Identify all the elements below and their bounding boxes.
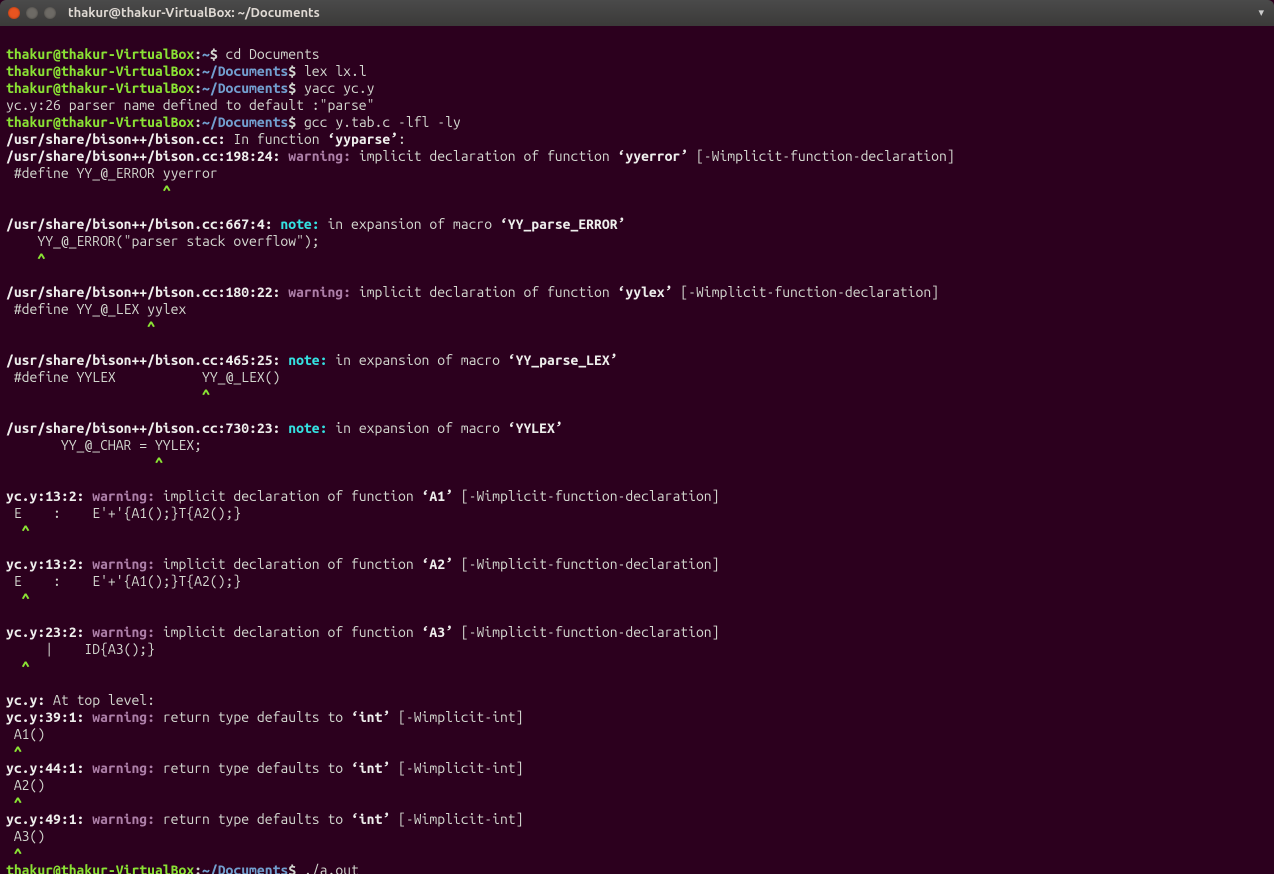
yacc-output: yc.y:26 parser name defined to default :… (6, 97, 374, 113)
prompt-user: thakur@thakur-VirtualBox (6, 63, 194, 79)
gcc-loc: /usr/share/bison++/bison.cc: (6, 131, 226, 147)
prompt-sep: : (194, 46, 202, 62)
prompt-dollar: $ (210, 46, 226, 62)
cmd-yacc: yacc yc.y (304, 80, 375, 96)
gcc-source-line: #define YY_@_ERROR yyerror (6, 165, 218, 181)
minimize-icon[interactable] (26, 7, 38, 19)
close-icon[interactable] (8, 7, 20, 19)
note-label: note: (273, 216, 328, 232)
caret-marker: ^ (6, 182, 171, 198)
menu-chevron-down-icon[interactable]: ▾ (1258, 6, 1264, 19)
terminal-output[interactable]: thakur@thakur-VirtualBox:~$ cd Documents… (0, 26, 1274, 874)
cmd-lex: lex lx.l (304, 63, 367, 79)
warning-label: warning: (280, 148, 358, 164)
prompt-user: thakur@thakur-VirtualBox (6, 46, 194, 62)
cmd-gcc: gcc y.tab.c -lfl -ly (304, 114, 461, 130)
prompt-path: ~ (202, 46, 210, 62)
titlebar[interactable]: thakur@thakur-VirtualBox: ~/Documents ▾ (0, 0, 1274, 26)
prompt-path: ~/Documents (202, 63, 288, 79)
terminal-window: thakur@thakur-VirtualBox: ~/Documents ▾ … (0, 0, 1274, 874)
cmd-cd: cd Documents (226, 46, 320, 62)
cmd-run: ./a.out (304, 862, 359, 874)
maximize-icon[interactable] (44, 7, 56, 19)
window-title: thakur@thakur-VirtualBox: ~/Documents (68, 6, 320, 20)
